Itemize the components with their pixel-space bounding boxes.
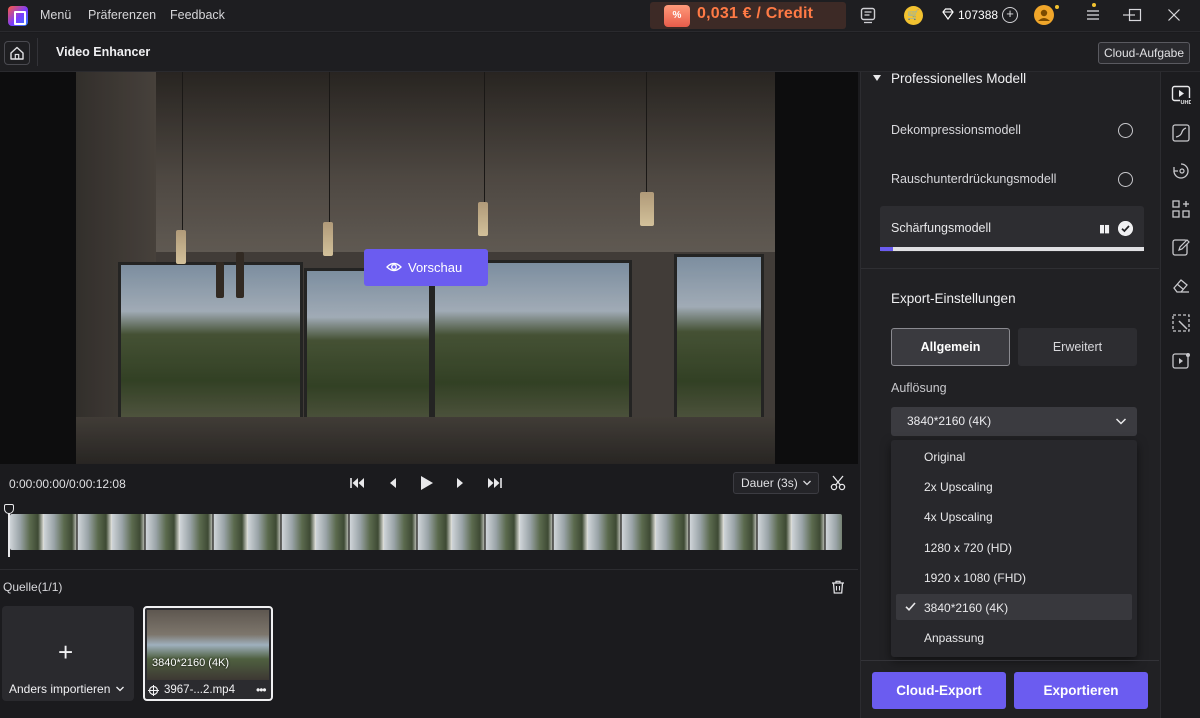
shop-cart-icon[interactable]: 🛒 — [904, 6, 923, 25]
footer-divider — [861, 660, 1159, 661]
add-widget-icon[interactable] — [1171, 199, 1191, 219]
cloud-task-button[interactable]: Cloud-Aufgabe — [1098, 42, 1190, 64]
export-section-title: Export-Einstellungen — [891, 291, 1016, 306]
chevron-down-icon — [803, 480, 811, 486]
resolution-option[interactable]: Anpassung — [924, 631, 984, 645]
eye-icon — [386, 262, 402, 272]
user-avatar-icon[interactable] — [1034, 5, 1054, 25]
resolution-option[interactable]: Original — [924, 450, 965, 464]
duration-select[interactable]: Dauer (3s) — [733, 472, 819, 494]
face-swap-icon[interactable] — [1171, 161, 1191, 181]
preview-button[interactable]: Vorschau — [364, 249, 488, 286]
export-button[interactable]: Exportieren — [1014, 672, 1148, 709]
skip-to-start-icon[interactable] — [348, 474, 368, 492]
diamond-icon — [942, 8, 954, 20]
curve-adjust-icon[interactable] — [1171, 123, 1191, 143]
notes-icon[interactable] — [860, 7, 876, 24]
model-label-sharpen: Schärfungsmodell — [891, 221, 992, 235]
timeline-filmstrip[interactable] — [10, 514, 842, 550]
tab-advanced[interactable]: Erweitert — [1018, 328, 1137, 366]
maximize-icon[interactable] — [1128, 8, 1142, 22]
skip-to-end-icon[interactable] — [484, 474, 504, 492]
resolution-option[interactable]: 1920 x 1080 (FHD) — [924, 571, 1026, 585]
checkmark-icon — [905, 602, 916, 611]
timecode: 0:00:00:00/0:00:12:08 — [9, 477, 126, 491]
home-button[interactable] — [4, 41, 30, 65]
model-label-denoise: Rauschunterdrückungsmodell — [891, 172, 1057, 186]
preview-button-label: Vorschau — [408, 260, 463, 275]
chevron-down-icon[interactable] — [115, 685, 125, 693]
radio-denoise[interactable] — [1118, 172, 1133, 187]
menu-item-menu[interactable]: Menü — [40, 8, 71, 22]
duration-label: Dauer (3s) — [741, 476, 798, 490]
plus-icon[interactable]: + — [58, 638, 73, 666]
header-divider — [37, 38, 38, 66]
menu-item-preferences[interactable]: Präferenzen — [88, 8, 156, 22]
sparkle-icon — [1055, 5, 1059, 9]
file-name: 3967-...2.mp4 — [164, 684, 235, 696]
tab-general[interactable]: Allgemein — [891, 328, 1010, 366]
model-label-decompression: Dekompressionsmodell — [891, 123, 1021, 137]
sub-header — [0, 33, 1200, 72]
source-title: Quelle(1/1) — [3, 580, 63, 594]
eraser-icon[interactable] — [1171, 275, 1191, 295]
video-generate-icon[interactable] — [1171, 351, 1191, 371]
resolution-option[interactable]: 2x Upscaling — [924, 480, 993, 494]
resolution-value: 3840*2160 (4K) — [907, 414, 992, 428]
check-circle-icon[interactable] — [1118, 221, 1133, 236]
more-options-icon[interactable]: ••• — [256, 683, 267, 697]
radio-decompression[interactable] — [1118, 123, 1133, 138]
import-label[interactable]: Anders importieren — [9, 682, 110, 696]
resolution-option[interactable]: 1280 x 720 (HD) — [924, 541, 1012, 555]
menu-item-feedback[interactable]: Feedback — [170, 8, 225, 22]
svg-text:UHD: UHD — [1181, 100, 1192, 105]
collapse-triangle-icon[interactable] — [872, 74, 882, 82]
section-divider — [861, 268, 1159, 269]
credits-count: 107388 — [958, 8, 999, 22]
app-logo-icon — [8, 6, 28, 26]
trash-icon[interactable] — [830, 579, 846, 595]
cloud-export-button[interactable]: Cloud-Export — [872, 672, 1006, 709]
add-credits-icon[interactable]: + — [1002, 7, 1018, 23]
resolution-option-selected[interactable]: 3840*2160 (4K) — [924, 601, 1008, 615]
file-resolution: 3840*2160 (4K) — [152, 657, 230, 669]
playhead-handle[interactable] — [4, 504, 14, 514]
promo-price-text: 0,031 € / Credit — [697, 5, 814, 22]
chevron-down-icon[interactable] — [1114, 414, 1128, 428]
pause-icon[interactable]: ▮▮ — [1099, 222, 1110, 235]
play-icon[interactable] — [416, 474, 436, 492]
home-icon — [10, 46, 24, 60]
sharpen-progress-track — [880, 247, 1144, 251]
video-enhancer-uhd-icon[interactable]: UHD — [1171, 85, 1191, 105]
edit-icon[interactable] — [1171, 237, 1191, 257]
step-back-icon[interactable] — [384, 474, 404, 492]
resolution-select[interactable]: 3840*2160 (4K) — [891, 407, 1137, 436]
model-section-title: Professionelles Modell — [891, 71, 1027, 86]
close-icon[interactable] — [1167, 8, 1181, 22]
sharpen-progress-fill — [880, 247, 893, 251]
resolution-option[interactable]: 4x Upscaling — [924, 510, 993, 524]
notification-dot-icon — [1092, 3, 1096, 7]
resolution-label: Auflösung — [891, 381, 947, 395]
step-forward-icon[interactable] — [450, 474, 470, 492]
scissors-icon[interactable] — [829, 474, 847, 492]
file-thumbnail — [147, 610, 269, 680]
window-menu-icon[interactable] — [1086, 8, 1100, 22]
gift-icon: % — [664, 5, 690, 27]
page-title: Video Enhancer — [56, 45, 151, 59]
video-file-icon — [148, 685, 159, 696]
magic-select-icon[interactable] — [1171, 313, 1191, 333]
